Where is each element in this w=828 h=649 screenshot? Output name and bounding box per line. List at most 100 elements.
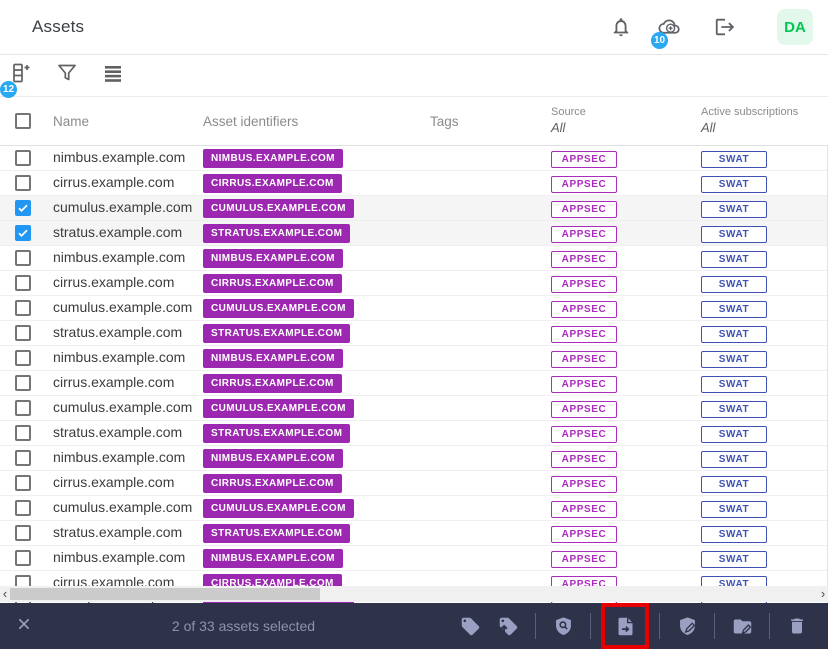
action-bar-divider <box>590 613 591 639</box>
add-tag-button[interactable] <box>451 607 489 645</box>
table-row[interactable]: nimbus.example.com NIMBUS.EXAMPLE.COM AP… <box>0 546 827 571</box>
table-row[interactable]: cumulus.example.com CUMULUS.EXAMPLE.COM … <box>0 296 827 321</box>
action-bar-divider <box>714 613 715 639</box>
table-row[interactable]: stratus.example.com STRATUS.EXAMPLE.COM … <box>0 521 827 546</box>
table-row[interactable]: cumulus.example.com CUMULUS.EXAMPLE.COM … <box>0 396 827 421</box>
row-checkbox[interactable] <box>14 375 31 391</box>
asset-identifier-badge: CIRRUS.EXAMPLE.COM <box>203 374 342 393</box>
asset-name: cirrus.example.com <box>53 374 175 390</box>
row-checkbox[interactable] <box>14 325 31 341</box>
subscription-badge: SWAT <box>701 275 767 293</box>
shield-edit-icon <box>677 616 698 637</box>
source-badge: APPSEC <box>551 400 617 418</box>
table-header-row: Name Asset identifiers Tags Source All A… <box>0 97 828 146</box>
row-checkbox[interactable] <box>14 250 31 266</box>
delete-button[interactable] <box>778 607 816 645</box>
table-body: nimbus.example.com NIMBUS.EXAMPLE.COM AP… <box>0 146 828 603</box>
file-export-icon <box>615 616 636 637</box>
table-row[interactable]: cirrus.example.com CIRRUS.EXAMPLE.COM AP… <box>0 271 827 296</box>
table-row[interactable]: cirrus.example.com CIRRUS.EXAMPLE.COM AP… <box>0 471 827 496</box>
list-view-icon <box>101 61 125 90</box>
upload-assets-button[interactable]: 10 <box>651 11 685 49</box>
column-header-name[interactable]: Name <box>45 114 203 129</box>
subscription-badge: SWAT <box>701 300 767 318</box>
edit-subscriptions-button[interactable] <box>668 607 706 645</box>
export-report-button[interactable] <box>606 607 644 645</box>
selection-status-text: 2 of 33 assets selected <box>171 618 316 634</box>
filter-button[interactable] <box>52 61 82 91</box>
column-header-tags[interactable]: Tags <box>430 114 540 129</box>
source-badge: APPSEC <box>551 375 617 393</box>
filter-funnel-icon <box>55 61 79 90</box>
asset-identifier-badge: NIMBUS.EXAMPLE.COM <box>203 349 343 368</box>
table-row[interactable]: nimbus.example.com NIMBUS.EXAMPLE.COM AP… <box>0 146 827 171</box>
asset-identifier-badge: NIMBUS.EXAMPLE.COM <box>203 449 343 468</box>
user-avatar[interactable]: DA <box>777 9 813 45</box>
scrollbar-thumb[interactable] <box>10 588 320 600</box>
row-checkbox[interactable] <box>14 175 31 191</box>
table-row[interactable]: cirrus.example.com CIRRUS.EXAMPLE.COM AP… <box>0 371 827 396</box>
sign-out-button[interactable] <box>709 11 741 43</box>
row-checkbox[interactable] <box>14 225 31 241</box>
subscriptions-filter-label: Active subscriptions <box>701 106 799 118</box>
asset-identifier-badge: CIRRUS.EXAMPLE.COM <box>203 474 342 493</box>
source-filter-label: Source <box>551 106 586 118</box>
scroll-right-arrow-icon[interactable]: › <box>818 586 828 602</box>
move-to-folder-button[interactable] <box>723 607 761 645</box>
source-filter[interactable]: Source All <box>551 106 690 136</box>
source-badge: APPSEC <box>551 275 617 293</box>
action-bar-divider <box>659 613 660 639</box>
table-row[interactable]: nimbus.example.com NIMBUS.EXAMPLE.COM AP… <box>0 346 827 371</box>
table-row[interactable]: cirrus.example.com CIRRUS.EXAMPLE.COM AP… <box>0 171 827 196</box>
remove-tag-button[interactable] <box>489 607 527 645</box>
row-checkbox[interactable] <box>14 400 31 416</box>
clear-selection-button[interactable] <box>12 614 36 638</box>
selection-action-bar: 2 of 33 assets selected <box>0 603 828 649</box>
asset-name: nimbus.example.com <box>53 449 186 465</box>
asset-identifier-badge: CUMULUS.EXAMPLE.COM <box>203 199 354 218</box>
asset-identifier-badge: STRATUS.EXAMPLE.COM <box>203 324 351 343</box>
row-checkbox[interactable] <box>14 350 31 366</box>
table-row[interactable]: nimbus.example.com NIMBUS.EXAMPLE.COM AP… <box>0 246 827 271</box>
table-row[interactable]: cumulus.example.com CUMULUS.EXAMPLE.COM … <box>0 196 827 221</box>
source-badge: APPSEC <box>551 175 617 193</box>
tag-arrow-up-icon <box>498 616 519 637</box>
subscription-badge: SWAT <box>701 175 767 193</box>
asset-name: nimbus.example.com <box>53 349 186 365</box>
asset-name: stratus.example.com <box>53 424 183 440</box>
scan-assets-button[interactable] <box>544 607 582 645</box>
table-row[interactable]: stratus.example.com STRATUS.EXAMPLE.COM … <box>0 221 827 246</box>
sign-out-icon <box>714 16 736 38</box>
asset-name: cumulus.example.com <box>53 399 193 415</box>
row-checkbox[interactable] <box>14 550 31 566</box>
table-row[interactable]: stratus.example.com STRATUS.EXAMPLE.COM … <box>0 421 827 446</box>
asset-identifier-badge: STRATUS.EXAMPLE.COM <box>203 224 351 243</box>
edit-columns-button[interactable]: 12 <box>0 61 36 98</box>
column-header-identifiers[interactable]: Asset identifiers <box>203 114 430 129</box>
list-view-button[interactable] <box>98 61 128 91</box>
subscription-badge: SWAT <box>701 550 767 568</box>
row-checkbox[interactable] <box>14 500 31 516</box>
table-row[interactable]: cumulus.example.com CUMULUS.EXAMPLE.COM … <box>0 496 827 521</box>
source-badge: APPSEC <box>551 450 617 468</box>
row-checkbox[interactable] <box>14 425 31 441</box>
scroll-left-arrow-icon[interactable]: ‹ <box>0 586 10 602</box>
source-badge: APPSEC <box>551 425 617 443</box>
scrollbar-track[interactable] <box>10 586 818 602</box>
subscription-badge: SWAT <box>701 450 767 468</box>
row-checkbox[interactable] <box>14 150 31 166</box>
row-checkbox[interactable] <box>14 275 31 291</box>
columns-count-badge: 12 <box>0 80 17 98</box>
subscriptions-filter[interactable]: Active subscriptions All <box>701 106 828 136</box>
row-checkbox[interactable] <box>14 475 31 491</box>
horizontal-scrollbar: ‹ › <box>0 586 828 602</box>
asset-name: cumulus.example.com <box>53 499 193 515</box>
row-checkbox[interactable] <box>14 450 31 466</box>
row-checkbox[interactable] <box>14 200 31 216</box>
table-row[interactable]: stratus.example.com STRATUS.EXAMPLE.COM … <box>0 321 827 346</box>
notifications-button[interactable] <box>605 11 637 43</box>
table-row[interactable]: nimbus.example.com NIMBUS.EXAMPLE.COM AP… <box>0 446 827 471</box>
row-checkbox[interactable] <box>14 525 31 541</box>
row-checkbox[interactable] <box>14 300 31 316</box>
select-all-checkbox[interactable] <box>14 113 31 129</box>
